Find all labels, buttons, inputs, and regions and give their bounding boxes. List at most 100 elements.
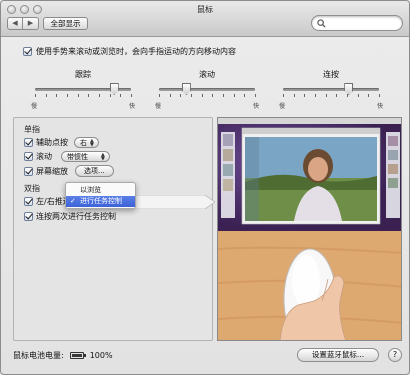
forward-arrow-icon: ▶ [27, 19, 34, 27]
swipe-option[interactable]: 左/右推送 [24, 196, 71, 207]
slider-tick [169, 94, 171, 97]
window-title: 鼠标 [197, 5, 213, 14]
slider-tick [201, 94, 203, 97]
popup-arrows-icon: ▲ ▼ [90, 137, 94, 148]
slider-track [159, 88, 255, 91]
slider-tick [255, 94, 256, 97]
slider-tick [212, 94, 214, 97]
swipe-checkbox[interactable] [24, 197, 33, 206]
menu-item-mission-control[interactable]: ✓ 进行任务控制 [66, 196, 135, 207]
slider-tick [233, 94, 235, 97]
scroll-direction-label: 使用手势来滚动或浏览时，会向手指运动的方向移动内容 [36, 47, 236, 56]
screen-zoom-checkbox[interactable] [24, 166, 33, 176]
checkmark-icon: ✓ [70, 197, 76, 205]
scroll-direction-option[interactable]: 使用手势来滚动或浏览时，会向手指运动的方向移动内容 [23, 46, 236, 57]
back-button[interactable]: ◀ [7, 17, 23, 30]
slider-tick [45, 94, 47, 97]
nav-segment: ◀ ▶ [7, 17, 39, 30]
demo-desktop-preview [218, 118, 401, 231]
slider-tick [223, 94, 224, 97]
menu-item-browse[interactable]: 以浏览 [66, 185, 135, 196]
demo-mouse-preview [218, 231, 401, 340]
slider-tick [99, 94, 100, 97]
mission-control-checkbox[interactable] [24, 212, 33, 221]
slider-ticks [283, 94, 380, 98]
slider-tick [56, 94, 58, 97]
scrolling-range: 慢 快 [155, 101, 259, 110]
scrolling-label: 滚动 [199, 70, 215, 79]
slider-max-label: 快 [128, 103, 135, 110]
slider-tick [88, 94, 90, 97]
tracking-slider-group: 跟踪 慢 快 [31, 69, 135, 110]
slider-max-label: 快 [376, 103, 383, 110]
menu-item-label: 以浏览 [80, 186, 101, 194]
slider-tick [120, 94, 122, 97]
slider-tick [293, 94, 295, 97]
slider-ticks [35, 94, 132, 98]
slider-tick [67, 94, 68, 97]
bluetooth-mouse-setup-button[interactable]: 设置蓝牙鼠标... [297, 348, 379, 362]
slider-tick [315, 94, 316, 97]
swipe-dropdown-menu: 以浏览 ✓ 进行任务控制 [65, 182, 136, 209]
battery-status: 鼠标电池电量: 100% [13, 350, 113, 361]
gesture-demo-video [217, 117, 402, 341]
slider-tick [325, 94, 327, 97]
mission-control-option[interactable]: 连按两次进行任务控制 [24, 211, 116, 222]
popup-pointer-shape [131, 195, 215, 209]
slider-tick [191, 94, 192, 97]
title-bar: 鼠标 ◀ ▶ 全部显示 [1, 1, 409, 37]
slider-tick [283, 94, 284, 97]
tracking-range: 慢 快 [31, 101, 135, 110]
slider-tick [357, 94, 359, 97]
screen-zoom-label: 屏幕缩放 [36, 166, 68, 176]
search-field[interactable] [311, 15, 403, 31]
scrolling-slider-group: 滚动 慢 快 [155, 69, 259, 110]
double-click-label: 连按 [323, 70, 339, 79]
slider-tick [180, 94, 182, 97]
scrolling-checkbox[interactable] [24, 152, 33, 161]
slider-tick [244, 94, 246, 97]
scrolling-popup[interactable]: 带惯性 ▲ ▼ [61, 151, 110, 162]
show-all-button[interactable]: 全部显示 [43, 17, 88, 30]
mission-control-label: 连按两次进行任务控制 [36, 212, 116, 221]
double-click-slider-group: 连按 慢 快 [279, 69, 383, 110]
scrolling-option-label: 滚动 [36, 152, 52, 161]
slider-tick [347, 94, 348, 97]
tracking-label: 跟踪 [75, 70, 91, 79]
secondary-click-value: 右 [80, 138, 87, 147]
battery-label: 鼠标电池电量: [13, 351, 64, 360]
zoom-options-button[interactable]: 选项... [75, 165, 114, 177]
screen-zoom-option[interactable]: 屏幕缩放 选项... [24, 165, 114, 177]
menu-item-label: 进行任务控制 [80, 197, 122, 205]
secondary-click-checkbox[interactable] [24, 138, 33, 147]
search-input[interactable] [330, 17, 398, 29]
slider-ticks [159, 94, 256, 98]
tracking-slider[interactable] [35, 83, 132, 98]
slider-min-label: 慢 [279, 103, 286, 110]
single-finger-heading: 单指 [24, 125, 40, 134]
gesture-options-panel: 单指 辅助点按 右 ▲▼ 滚动 带惯性 ▲▼ 屏幕缩放 选项... 双指 左 [13, 117, 213, 341]
scrolling-slider[interactable] [159, 83, 256, 98]
slider-tick [159, 94, 160, 97]
scrolling-option[interactable]: 滚动 带惯性 ▲ ▼ [24, 151, 110, 162]
help-button[interactable]: ? [388, 348, 402, 362]
slider-tick [304, 94, 306, 97]
magic-mouse-illustration [218, 231, 401, 340]
secondary-click-popup[interactable]: 右 ▲ ▼ [74, 137, 99, 148]
battery-value: 100% [89, 351, 113, 360]
forward-button[interactable]: ▶ [23, 17, 39, 30]
slider-tick [35, 94, 36, 97]
slider-min-label: 慢 [155, 103, 162, 110]
scroll-direction-checkbox[interactable] [23, 47, 32, 56]
double-click-slider[interactable] [283, 83, 380, 98]
slider-track [283, 88, 379, 91]
search-icon [317, 19, 326, 28]
slider-tick [77, 94, 79, 97]
popup-arrows-icon: ▲ ▼ [101, 151, 105, 162]
secondary-click-option[interactable]: 辅助点按 右 ▲ ▼ [24, 137, 99, 148]
slider-tick [368, 94, 370, 97]
slider-tick [131, 94, 132, 97]
scrolling-value: 带惯性 [67, 152, 88, 161]
battery-icon [69, 352, 86, 359]
preferences-window: 鼠标 ◀ ▶ 全部显示 使用手势来滚动或浏览时，会向手指运动的方向移动内容 跟踪 [0, 0, 410, 375]
